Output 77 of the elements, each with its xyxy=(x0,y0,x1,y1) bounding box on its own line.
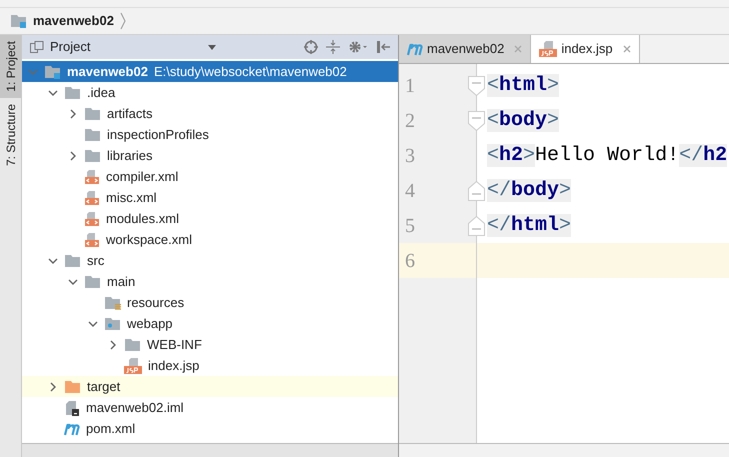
tree-item[interactable]: src xyxy=(22,250,398,271)
chevron-down-icon[interactable] xyxy=(68,276,78,286)
chevron-down-icon[interactable] xyxy=(88,318,98,328)
fold-marker-icon[interactable] xyxy=(468,180,485,200)
folder-icon xyxy=(64,380,81,394)
folder-icon xyxy=(10,14,27,28)
chevron-down-icon[interactable] xyxy=(48,88,58,98)
folder-icon xyxy=(64,86,81,100)
tree-item[interactable]: modules.xml xyxy=(22,208,398,229)
tree-item[interactable]: WEB-INF xyxy=(22,334,398,355)
xml-file-icon xyxy=(84,232,100,248)
chevron-right-icon[interactable] xyxy=(68,108,78,118)
project-panel-icon xyxy=(30,41,44,53)
folder-icon xyxy=(104,296,121,310)
module-file-icon xyxy=(64,400,80,416)
chevron-right-icon[interactable] xyxy=(48,382,58,392)
tree-item[interactable]: mavenweb02 E:\study\websocket\mavenweb02 xyxy=(22,61,398,82)
settings-icon[interactable] xyxy=(348,40,368,54)
code-line: <html> xyxy=(487,72,560,98)
editor-tab[interactable]: index.jsp xyxy=(531,35,640,63)
breadcrumb-item[interactable]: mavenweb02 xyxy=(33,11,114,31)
tree-item[interactable]: index.jsp xyxy=(22,355,398,376)
xml-file-icon xyxy=(84,168,100,184)
xml-file-icon xyxy=(84,190,100,206)
line-number: 6 xyxy=(405,248,415,274)
tree-item[interactable]: mavenweb02.iml xyxy=(22,397,398,418)
jsp-file-icon xyxy=(539,41,558,57)
folder-icon xyxy=(104,316,121,330)
xml-file-icon xyxy=(84,210,100,226)
maven-m-icon xyxy=(64,422,80,436)
folder-icon xyxy=(64,254,81,268)
editor-tab[interactable]: mavenweb02 xyxy=(399,35,532,63)
line-number: 4 xyxy=(405,178,415,204)
locate-icon[interactable] xyxy=(304,40,318,54)
chevron-right-icon[interactable] xyxy=(108,340,118,350)
folder-icon xyxy=(84,148,101,162)
tree-item[interactable]: inspectionProfiles xyxy=(22,124,398,145)
code-line: <body> xyxy=(487,108,560,134)
line-number: 2 xyxy=(405,108,415,134)
tree-item[interactable]: .idea xyxy=(22,82,398,103)
chevron-down-icon[interactable] xyxy=(48,256,58,266)
project-path: E:\study\websocket\mavenweb02 xyxy=(154,62,347,81)
tool-window-tab[interactable]: 1: Project xyxy=(0,35,21,98)
collapse-icon[interactable] xyxy=(326,40,340,54)
tree-item[interactable]: libraries xyxy=(22,145,398,166)
hide-panel-icon[interactable] xyxy=(376,40,390,54)
line-number: 5 xyxy=(405,214,415,238)
jsp-file-icon xyxy=(124,358,142,374)
tree-item[interactable]: compiler.xml xyxy=(22,166,398,187)
tree-item[interactable]: artifacts xyxy=(22,103,398,124)
tree-item[interactable]: pom.xml xyxy=(22,418,398,439)
code-line: </html> xyxy=(487,212,572,238)
tree-item[interactable]: target xyxy=(22,376,398,397)
line-number: 3 xyxy=(405,144,415,168)
tree-item[interactable]: resources xyxy=(22,292,398,313)
code-line: <h2>Hello World!</h2 xyxy=(487,142,728,168)
breadcrumb-separator-icon xyxy=(120,12,126,30)
folder-icon xyxy=(124,338,141,352)
folder-icon xyxy=(84,128,101,142)
tree-item[interactable]: main xyxy=(22,271,398,292)
code-line: </body> xyxy=(487,178,572,204)
folder-icon xyxy=(84,106,101,120)
tree-item[interactable]: workspace.xml xyxy=(22,229,398,250)
fold-marker-icon[interactable] xyxy=(468,216,485,236)
tree-item[interactable]: webapp xyxy=(22,313,398,334)
tool-window-tab[interactable]: 7: Structure xyxy=(0,98,21,172)
maven-m-icon xyxy=(407,42,423,56)
close-icon[interactable] xyxy=(622,45,631,53)
tree-item[interactable]: misc.xml xyxy=(22,187,398,208)
line-number: 1 xyxy=(405,74,415,98)
fold-marker-icon[interactable] xyxy=(468,110,485,130)
panel-title: Project xyxy=(50,38,90,56)
fold-marker-icon[interactable] xyxy=(468,76,485,96)
folder-icon xyxy=(44,64,61,78)
dropdown-caret-icon[interactable] xyxy=(208,44,216,50)
folder-icon xyxy=(84,274,101,288)
chevron-right-icon[interactable] xyxy=(68,150,78,160)
